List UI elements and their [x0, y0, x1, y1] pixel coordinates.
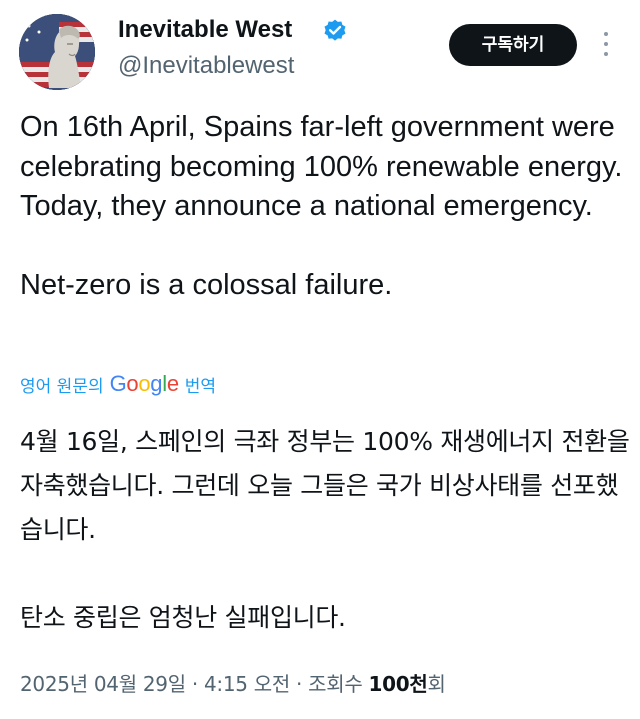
handle[interactable]: @Inevitablewest: [118, 52, 294, 80]
google-letter: o: [138, 371, 151, 396]
tweet-paragraph: On 16th April, Spains far-left governmen…: [20, 111, 623, 222]
translation-attribution[interactable]: 영어 원문의 Google 번역: [20, 370, 216, 398]
translated-paragraph: 4월 16일, 스페인의 극좌 정부는 100% 재생에너지 전환을 자축했습니…: [20, 427, 630, 544]
verified-badge-icon: [324, 19, 346, 41]
avatar[interactable]: [19, 14, 95, 90]
meta-separator: ·: [191, 672, 198, 696]
translation-prefix: 영어 원문의: [20, 376, 104, 397]
views-label: 조회수: [308, 672, 363, 696]
translation-suffix: 번역: [184, 376, 217, 397]
views-count: 100천: [368, 672, 428, 696]
tweet-meta: 2025년 04월 29일 · 4:15 오전 · 조회수 100천회: [20, 668, 446, 700]
views-suffix: 회: [427, 672, 446, 696]
meta-separator: ·: [296, 672, 303, 696]
tweet-header: Inevitable West @Inevitablewest 구독하기: [0, 0, 640, 100]
google-letter: G: [109, 371, 127, 396]
subscribe-button[interactable]: 구독하기: [449, 24, 577, 66]
tweet-text: On 16th April, Spains far-left governmen…: [20, 108, 630, 306]
translated-paragraph: 탄소 중립은 엄청난 실패입니다.: [20, 603, 346, 632]
google-letter: e: [166, 371, 179, 396]
google-letter: o: [126, 371, 139, 396]
post-date[interactable]: 2025년 04월 29일: [20, 672, 186, 696]
google-logo: Google: [110, 371, 179, 397]
post-time[interactable]: 4:15 오전: [204, 672, 290, 696]
google-letter: g: [150, 371, 163, 396]
tweet-paragraph: Net-zero is a colossal failure.: [20, 269, 393, 301]
more-vertical-icon[interactable]: [598, 32, 614, 62]
translated-text: 4월 16일, 스페인의 극좌 정부는 100% 재생에너지 전환을 자축했습니…: [20, 420, 630, 640]
statue-flag-avatar-icon: [19, 14, 95, 90]
display-name[interactable]: Inevitable West: [118, 16, 292, 44]
